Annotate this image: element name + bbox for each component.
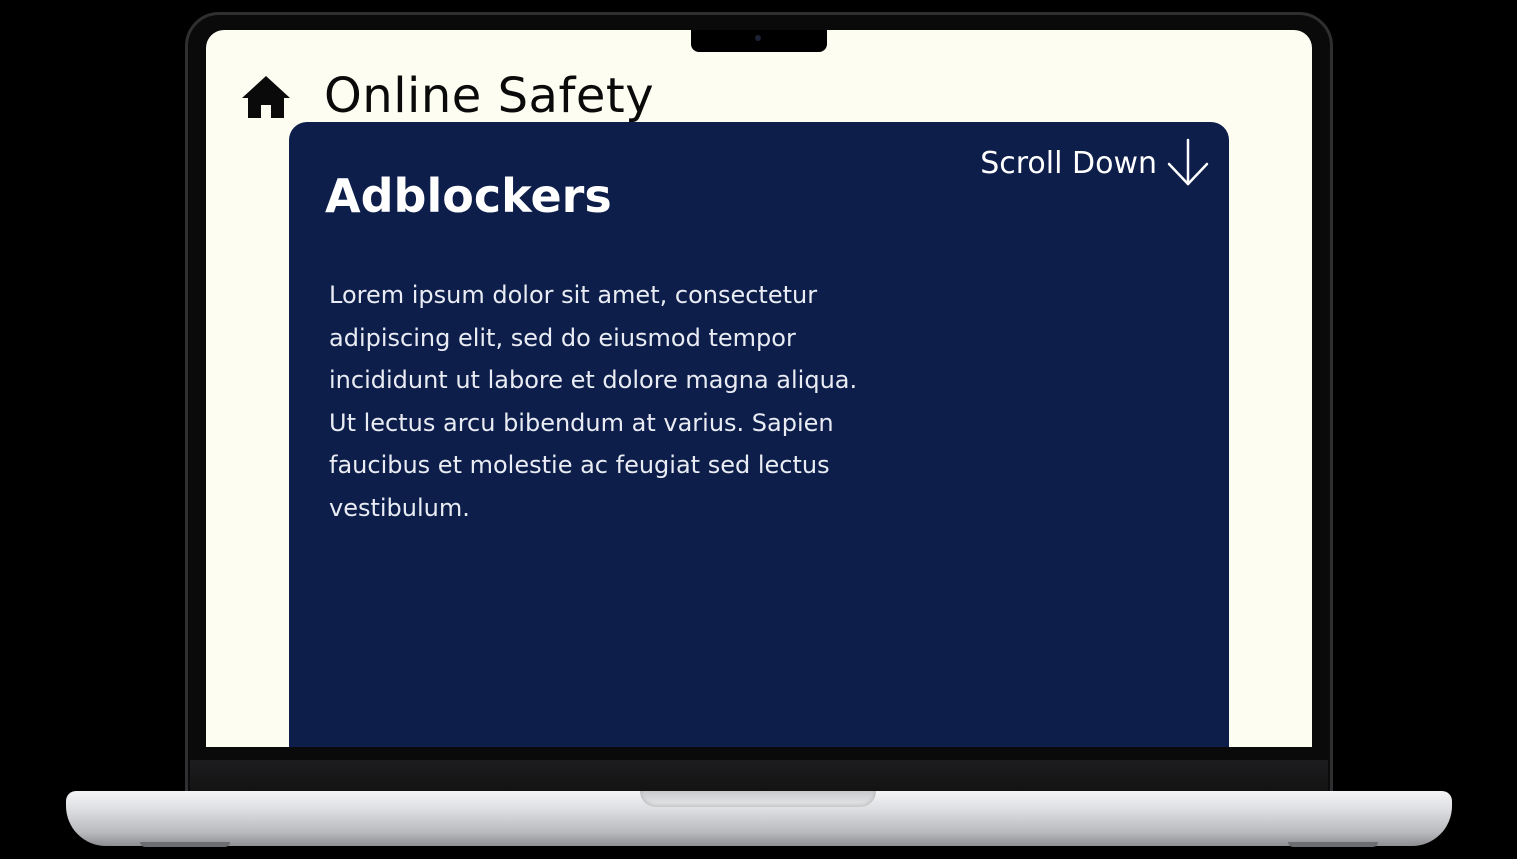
content-card: Adblockers Scroll Down Lorem ipsum dolor… <box>289 122 1229 747</box>
laptop-screen: Online Safety Adblockers Scroll Down Lor… <box>206 30 1312 747</box>
arrow-down-icon <box>1167 138 1209 186</box>
laptop-foot-right <box>1288 842 1378 847</box>
page-title: Online Safety <box>324 68 655 124</box>
card-heading: Adblockers <box>325 169 612 223</box>
camera-notch <box>691 30 827 52</box>
laptop-opening-groove <box>640 791 876 807</box>
scroll-down-button[interactable]: Scroll Down <box>980 138 1211 188</box>
laptop-bezel-chin <box>190 760 1328 794</box>
card-body-text: Lorem ipsum dolor sit amet, consectetur … <box>329 281 858 522</box>
scroll-down-label: Scroll Down <box>980 145 1157 181</box>
laptop-mockup: Online Safety Adblockers Scroll Down Lor… <box>0 0 1517 859</box>
laptop-foot-left <box>140 842 230 847</box>
home-icon[interactable] <box>242 76 290 118</box>
camera-icon <box>755 35 761 41</box>
